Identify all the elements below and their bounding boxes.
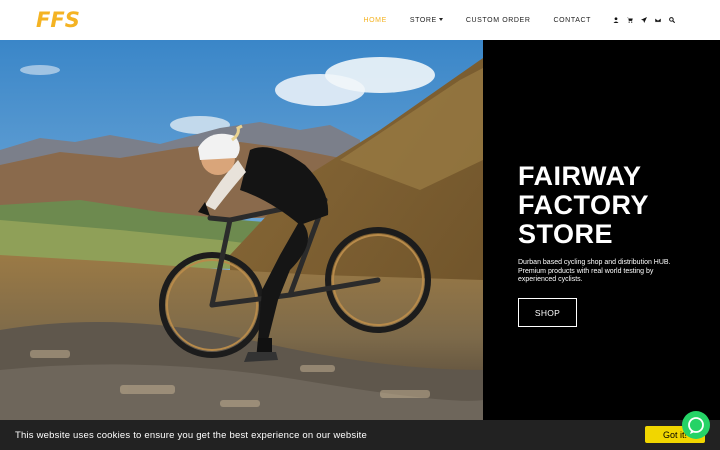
nav-store[interactable]: STORE <box>410 17 443 24</box>
nav-home[interactable]: HOME <box>363 17 386 24</box>
cookie-banner: This website uses cookies to ensure you … <box>0 420 720 450</box>
hero-text-panel: FAIRWAY FACTORY STORE Durban based cycli… <box>483 40 720 420</box>
nav-store-label: STORE <box>409 16 437 24</box>
shop-button[interactable]: SHOP <box>518 298 577 327</box>
nav-contact[interactable]: CONTACT <box>553 17 591 24</box>
site-header: FFS HOME STORE CUSTOM ORDER CONTACT <box>0 0 720 40</box>
hero-title: FAIRWAY FACTORY STORE <box>518 162 649 249</box>
user-icon[interactable] <box>609 13 623 27</box>
hero-title-line: FACTORY <box>518 190 650 220</box>
whatsapp-icon[interactable] <box>682 411 710 439</box>
site-logo[interactable]: FFS <box>36 8 80 32</box>
cart-icon[interactable] <box>623 13 637 27</box>
caret-down-icon <box>438 17 443 21</box>
hero-title-line: FAIRWAY <box>518 161 642 191</box>
nav-custom-order[interactable]: CUSTOM ORDER <box>466 17 531 24</box>
cyclist-gravel-bike-photo <box>0 40 483 420</box>
main-nav: HOME STORE CUSTOM ORDER CONTACT <box>363 0 720 40</box>
hero-section: FAIRWAY FACTORY STORE Durban based cycli… <box>0 40 720 420</box>
envelope-icon[interactable] <box>651 13 665 27</box>
header-icons <box>609 13 679 27</box>
send-icon[interactable] <box>637 13 651 27</box>
cookie-message: This website uses cookies to ensure you … <box>15 430 367 441</box>
hero-title-line: STORE <box>518 219 614 249</box>
search-icon[interactable] <box>665 13 679 27</box>
hero-description: Durban based cycling shop and distributi… <box>518 259 671 283</box>
